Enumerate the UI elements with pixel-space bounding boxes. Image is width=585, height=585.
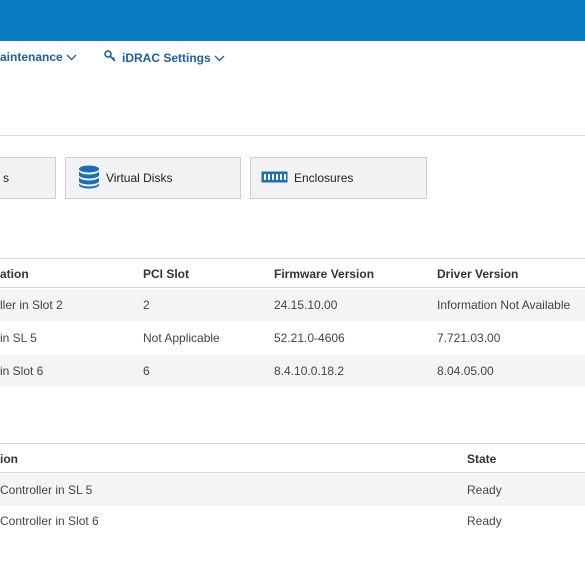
tile-label: Virtual Disks bbox=[106, 171, 173, 185]
nav-idrac-settings[interactable]: iDRAC Settings bbox=[104, 50, 225, 65]
cell-firmware-version: 8.4.10.0.18.2 bbox=[274, 364, 345, 378]
chevron-down-icon bbox=[66, 50, 77, 64]
col-header-pci-slot: PCI Slot bbox=[143, 267, 190, 281]
tile-enclosures[interactable]: Enclosures bbox=[250, 157, 427, 199]
nav-maintenance[interactable]: aintenance bbox=[0, 50, 77, 64]
controllers-table-header: ation PCI Slot Firmware Version Driver V… bbox=[0, 258, 585, 288]
chevron-down-icon bbox=[214, 51, 225, 65]
tile-label: s bbox=[3, 171, 9, 185]
top-banner bbox=[0, 0, 585, 41]
cell-state: Ready bbox=[467, 514, 502, 528]
main-nav: aintenance iDRAC Settings bbox=[0, 41, 585, 75]
nav-maintenance-label: aintenance bbox=[0, 50, 63, 64]
col-header-firmware-version: Firmware Version bbox=[274, 267, 375, 281]
cell-location: ller in Slot 2 bbox=[0, 298, 63, 312]
cell-location: in SL 5 bbox=[0, 331, 37, 345]
cell-description: Controller in SL 5 bbox=[0, 483, 93, 497]
col-header-description: ion bbox=[0, 452, 18, 466]
cell-driver-version: 8.04.05.00 bbox=[437, 364, 494, 378]
table-row[interactable]: in SL 5 Not Applicable 52.21.0-4606 7.72… bbox=[0, 322, 585, 354]
cell-driver-version: 7.721.03.00 bbox=[437, 331, 501, 345]
state-table-header: ion State bbox=[0, 443, 585, 473]
col-header-driver-version: Driver Version bbox=[437, 267, 519, 281]
cell-pci-slot: Not Applicable bbox=[143, 331, 220, 345]
key-icon bbox=[104, 50, 116, 65]
table-row[interactable]: ller in Slot 2 2 24.15.10.00 Information… bbox=[0, 289, 585, 321]
table-row[interactable]: Controller in SL 5 Ready bbox=[0, 474, 585, 506]
table-row[interactable]: in Slot 6 6 8.4.10.0.18.2 8.04.05.00 bbox=[0, 355, 585, 387]
cell-description: Controller in Slot 6 bbox=[0, 514, 99, 528]
cell-pci-slot: 6 bbox=[143, 364, 150, 378]
tile-label: Enclosures bbox=[294, 171, 354, 185]
tile-virtual-disks[interactable]: Virtual Disks bbox=[65, 157, 241, 199]
table-row[interactable]: Controller in Slot 6 Ready bbox=[0, 505, 585, 537]
cell-firmware-version: 24.15.10.00 bbox=[274, 298, 338, 312]
nav-idrac-settings-label: iDRAC Settings bbox=[122, 50, 211, 65]
tile-physical-disks[interactable]: s bbox=[0, 157, 56, 199]
col-header-state: State bbox=[467, 452, 497, 466]
cell-pci-slot: 2 bbox=[143, 298, 150, 312]
cell-driver-version: Information Not Available bbox=[437, 298, 571, 312]
enclosure-icon bbox=[261, 171, 288, 186]
col-header-location: ation bbox=[0, 267, 29, 281]
cell-state: Ready bbox=[467, 483, 502, 497]
cell-firmware-version: 52.21.0-4606 bbox=[274, 331, 345, 345]
database-icon bbox=[78, 165, 100, 192]
cell-location: in Slot 6 bbox=[0, 364, 44, 378]
section-divider bbox=[0, 135, 585, 136]
